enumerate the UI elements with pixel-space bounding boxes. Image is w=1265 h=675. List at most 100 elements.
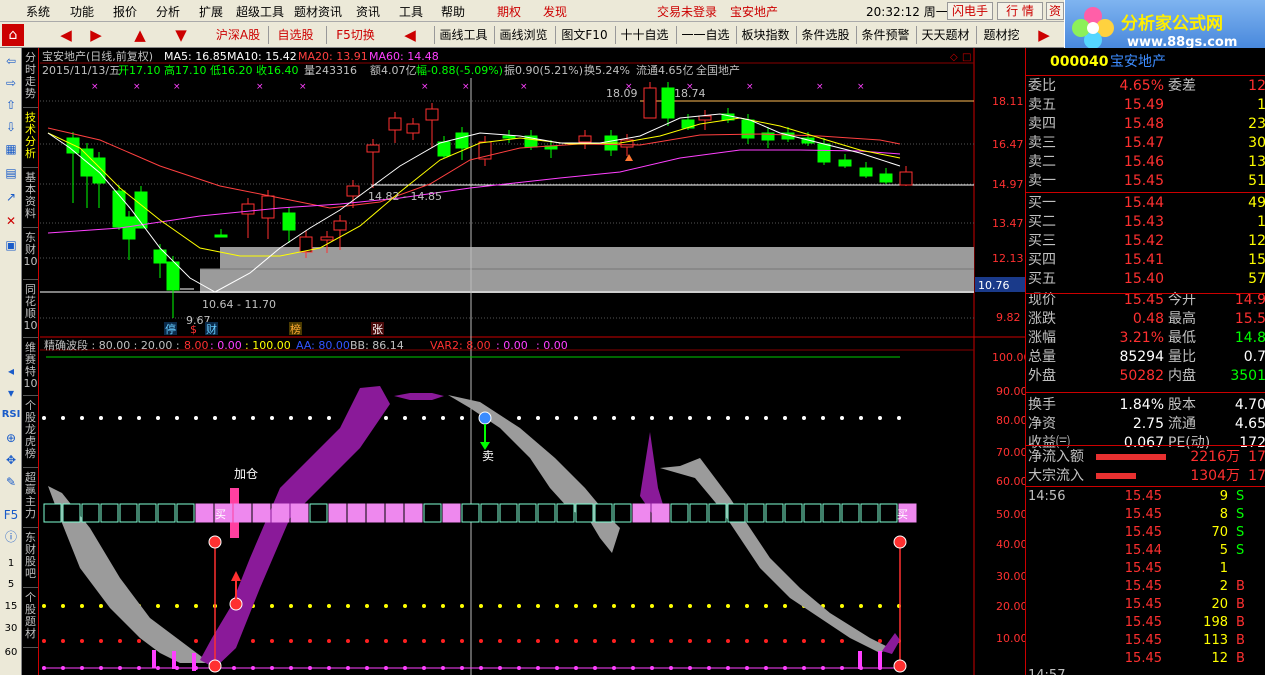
toolbar-right-icon[interactable]: ▶ [1034,25,1054,45]
marker-limit-up[interactable]: 张 [372,323,383,336]
tab-stock-forum[interactable]: 东财股吧 [23,532,38,588]
menu-super-tools[interactable]: 超级工具 [236,3,284,20]
tick-volume: 20 [1211,597,1228,612]
menu-quote[interactable]: 报价 [113,3,137,20]
tb-sector-index[interactable]: 板块指数 [736,26,794,44]
menu-discover[interactable]: 发现 [543,3,567,20]
tab-stock-topic[interactable]: 个股题材 [23,592,38,648]
quote-label: 外盘 [1028,368,1056,384]
diamond-icon[interactable]: ◇ [950,52,958,63]
guide-dot [422,604,426,608]
tab-intraday[interactable]: 分时走势 [23,52,38,108]
indicator-v4: : 0.00 [496,339,528,352]
arrow-up-icon[interactable]: ▲ [130,25,150,45]
tb-add-watch[interactable]: 十十自选 [615,26,673,44]
toolbar-left-icon[interactable]: ◀ [400,25,420,45]
tb-draw-tools[interactable]: 画线工具 [434,26,492,44]
menu-function[interactable]: 功能 [70,3,94,20]
menu-help[interactable]: 帮助 [441,3,465,20]
chart-icon[interactable]: ↗ [3,190,19,205]
arrow-down-icon[interactable]: ▼ [171,25,191,45]
period-30[interactable]: 30 [0,623,22,634]
down-icon[interactable]: ⇩ [3,120,19,135]
zoom-icon[interactable]: ⊕ [3,431,19,446]
signal-ball [893,659,907,673]
tab-dragon-tiger[interactable]: 个股龙虎榜 [23,400,38,468]
marker-finance[interactable]: 财 [206,322,217,336]
panel-close-icon[interactable]: □ [962,52,971,63]
quote-label: 涨跌 [1028,311,1056,327]
tick-side: B [1236,615,1245,630]
edit-icon[interactable]: ✎ [3,475,19,490]
kline-icon[interactable]: ▦ [3,142,19,157]
tab-tonghuashun[interactable]: 同花顺10 [23,284,38,338]
tb-condition-alert[interactable]: 条件预警 [856,26,914,44]
guide-dot [403,416,407,420]
menu-topic-news[interactable]: 题材资讯 [294,3,342,20]
tab-technical[interactable]: 技术分析 [23,112,38,168]
tick-volume: 70 [1211,525,1228,540]
kline-chart[interactable]: 宝安地产(日线,前复权) MA5: 16.85 MA10: 15.42 MA20… [40,48,1025,675]
move-icon[interactable]: ✥ [3,453,19,468]
tb-f10[interactable]: 图文F10 [555,26,613,44]
back-icon[interactable]: ⇦ [3,54,19,69]
tab-weisaite[interactable]: 维赛特10 [23,342,38,396]
guide-dot [80,639,84,643]
marker-suspend[interactable]: 停 [165,322,176,336]
guide-dot [194,639,198,643]
close-icon[interactable]: ✕ [3,214,19,229]
price-tick-1: 16.47 [992,138,1024,151]
signal-cell [689,503,708,523]
period-60[interactable]: 60 [0,647,22,658]
ma5-label: MA5: 16.85 [164,50,227,63]
tb-daily-topic[interactable]: 天天题材 [916,26,974,44]
menu-extend[interactable]: 扩展 [199,3,223,20]
tab-eastmoney[interactable]: 东财10 [23,232,38,280]
layout-icon[interactable]: ▣ [3,238,19,253]
table-icon[interactable]: ▤ [3,166,19,181]
tb-topic-dig[interactable]: 题材挖 [976,26,1026,44]
tb-draw-browse[interactable]: 画线浏览 [494,26,552,44]
marker-rank[interactable]: 榜 [290,322,301,336]
tab-fundamental[interactable]: 基本资料 [23,172,38,228]
marker-dollar[interactable]: $ [190,323,197,336]
menu-analysis[interactable]: 分析 [156,3,180,20]
stock-name-link[interactable]: 宝安地产 [730,3,778,20]
home-icon[interactable]: ⌂ [2,24,24,46]
tab-main-force[interactable]: 超赢主力 [23,472,38,528]
info-button[interactable]: 资 [1046,2,1064,20]
candle-body [502,135,516,139]
tb-f5-switch[interactable]: F5切换 [326,26,384,44]
kline-chart-area[interactable]: 宝安地产(日线,前复权) MA5: 16.85 MA10: 15.42 MA20… [40,48,1025,675]
period-1[interactable]: 1 [0,558,22,569]
menu-options[interactable]: 期权 [497,3,521,20]
guide-dot [593,639,597,643]
quote-value: 15.42 [1123,233,1164,249]
rsi-button[interactable]: RSI [0,409,22,420]
tb-sh-sz-a[interactable]: 沪深A股 [212,26,264,44]
trade-login-status[interactable]: 交易未登录 [657,3,717,20]
flash-trade-button[interactable]: 闪电手 [947,2,993,20]
collapse-icon[interactable]: ▾ [3,386,19,401]
menu-news[interactable]: 资讯 [356,3,380,20]
tb-watchlist[interactable]: 自选股 [268,26,322,44]
period-15[interactable]: 15 [0,601,22,612]
tb-remove-watch[interactable]: 一一自选 [676,26,734,44]
arrow-left-icon[interactable]: ◀ [56,25,76,45]
candle-body [406,123,420,134]
market-button[interactable]: 行 情 [997,2,1043,20]
f5-icon[interactable]: F5 [3,508,19,523]
tb-condition-pick[interactable]: 条件选股 [796,26,854,44]
quote-value-2: 1 [1257,97,1265,113]
forward-icon[interactable]: ⇨ [3,76,19,91]
info-icon[interactable]: ⓘ [3,530,19,545]
up-icon[interactable]: ⇧ [3,98,19,113]
svg-text:×: × [462,82,470,92]
arrow-right-icon[interactable]: ▶ [86,25,106,45]
period-5[interactable]: 5 [0,579,22,590]
quote-value: 15.40 [1123,271,1164,287]
ma20-label: MA20: 13.91 [298,50,368,63]
menu-tools[interactable]: 工具 [399,3,423,20]
menu-system[interactable]: 系统 [26,3,50,20]
expand-icon[interactable]: ◂ [3,364,19,379]
